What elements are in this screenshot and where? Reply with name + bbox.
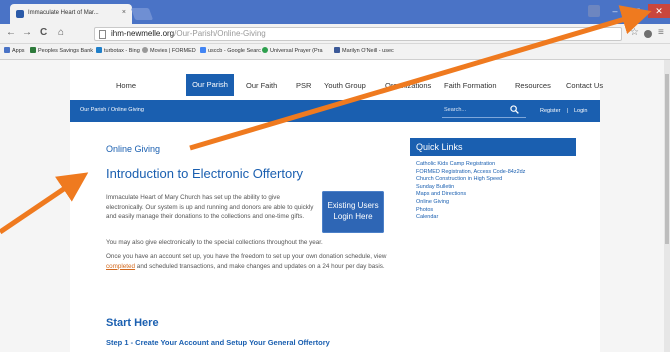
facebook-icon bbox=[334, 47, 340, 53]
nav-contact-us[interactable]: Contact Us bbox=[566, 81, 603, 90]
nav-faith-formation[interactable]: Faith Formation bbox=[444, 81, 497, 90]
login-separator: | bbox=[567, 108, 569, 114]
existing-users-login-button[interactable]: Existing Users Login Here bbox=[322, 191, 384, 233]
bookmark-turbotax[interactable]: turbotax - Bing bbox=[96, 47, 140, 54]
url-path: /Our-Parish/Online-Giving bbox=[174, 29, 266, 38]
intro-paragraph: Immaculate Heart of Mary Church has set … bbox=[106, 194, 314, 221]
bookmark-star-icon[interactable]: ☆ bbox=[630, 27, 639, 38]
reload-icon[interactable]: C bbox=[40, 27, 47, 38]
breadcrumb-bar: Our Parish / Online Giving Search... Reg… bbox=[70, 100, 600, 122]
bookmark-apps[interactable]: Apps bbox=[4, 47, 25, 54]
bookmark-marilyn-oneill[interactable]: Marilyn O'Neill - usec bbox=[334, 47, 394, 54]
maximize-button[interactable]: □ bbox=[626, 4, 648, 18]
page-section-label: Online Giving bbox=[106, 144, 161, 154]
page-scrollbar[interactable] bbox=[664, 60, 670, 352]
forward-arrow-icon[interactable]: → bbox=[22, 27, 32, 38]
apps-icon bbox=[4, 47, 10, 53]
quick-links-heading: Quick Links bbox=[410, 138, 576, 156]
extension-icon[interactable] bbox=[644, 30, 652, 38]
bookmarks-bar: Apps Peoples Savings Bank turbotax - Bin… bbox=[0, 44, 670, 60]
nav-psr[interactable]: PSR bbox=[296, 81, 311, 90]
site-main-nav: Home Our Parish Our Faith PSR Youth Grou… bbox=[70, 60, 603, 100]
quick-link-calendar[interactable]: Calendar bbox=[416, 214, 525, 222]
google-icon bbox=[200, 47, 206, 53]
bookmark-peoples-savings-bank[interactable]: Peoples Savings Bank bbox=[30, 47, 93, 54]
nav-organizations[interactable]: Organizations bbox=[385, 81, 431, 90]
tab-title: Immaculate Heart of Mar... bbox=[28, 10, 99, 16]
new-tab-button[interactable] bbox=[130, 8, 154, 20]
quick-link-photos[interactable]: Photos bbox=[416, 207, 525, 215]
bookmark-movies-formed[interactable]: Movies | FORMED bbox=[142, 47, 196, 54]
nav-home[interactable]: Home bbox=[116, 81, 136, 90]
close-window-button[interactable]: ✕ bbox=[648, 4, 670, 18]
site-favicon-icon bbox=[16, 10, 24, 18]
browser-menu-icon[interactable]: ≡ bbox=[658, 27, 664, 38]
minimize-button[interactable]: – bbox=[604, 4, 626, 18]
tab-close-icon[interactable]: × bbox=[122, 9, 126, 16]
address-bar[interactable]: ihm-newmelle.org/Our-Parish/Online-Givin… bbox=[94, 27, 622, 41]
quick-link-formed-registration[interactable]: FORMED Registration, Access Code-84z2dz bbox=[416, 169, 525, 177]
prayer-site-icon bbox=[262, 47, 268, 53]
search-icon[interactable] bbox=[510, 105, 519, 114]
back-arrow-icon[interactable]: ← bbox=[6, 27, 16, 38]
browser-toolbar: ← → C ⌂ ihm-newmelle.org/Our-Parish/Onli… bbox=[0, 24, 670, 44]
nav-resources[interactable]: Resources bbox=[515, 81, 551, 90]
quick-link-sunday-bulletin[interactable]: Sunday Bulletin bbox=[416, 184, 525, 192]
login-link[interactable]: Login bbox=[574, 108, 587, 114]
quick-link-online-giving[interactable]: Online Giving bbox=[416, 199, 525, 207]
nav-our-faith[interactable]: Our Faith bbox=[246, 81, 277, 90]
quick-links-list: Catholic Kids Camp Registration FORMED R… bbox=[416, 161, 525, 222]
special-collections-paragraph: You may also give electronically to the … bbox=[106, 239, 323, 246]
quick-link-kids-camp[interactable]: Catholic Kids Camp Registration bbox=[416, 161, 525, 169]
completed-link[interactable]: completed bbox=[106, 263, 135, 270]
quick-link-maps-directions[interactable]: Maps and Directions bbox=[416, 191, 525, 199]
scrollbar-thumb[interactable] bbox=[665, 74, 669, 244]
nav-our-parish[interactable]: Our Parish bbox=[186, 74, 234, 96]
user-profile-icon[interactable] bbox=[588, 5, 600, 17]
quick-link-church-construction[interactable]: Church Construction in High Speed bbox=[416, 176, 525, 184]
breadcrumb[interactable]: Our Parish / Online Giving bbox=[80, 107, 144, 113]
start-here-heading: Start Here bbox=[106, 317, 159, 329]
bookmark-usccb[interactable]: usccb - Google Searc bbox=[200, 47, 261, 54]
page-icon bbox=[99, 30, 106, 39]
home-icon[interactable]: ⌂ bbox=[58, 27, 64, 38]
browser-title-bar: Immaculate Heart of Mar... × – □ ✕ bbox=[0, 0, 670, 24]
account-paragraph: Once you have an account set up, you hav… bbox=[106, 253, 387, 270]
bing-icon bbox=[96, 47, 102, 53]
page-title: Introduction to Electronic Offertory bbox=[106, 166, 304, 181]
bank-icon bbox=[30, 47, 36, 53]
browser-tab[interactable]: Immaculate Heart of Mar... × bbox=[10, 4, 132, 24]
register-link[interactable]: Register bbox=[540, 108, 560, 114]
nav-youth-group[interactable]: Youth Group bbox=[324, 81, 366, 90]
step-1-heading: Step 1 - Create Your Account and Setup Y… bbox=[106, 338, 330, 347]
url-host: ihm-newmelle.org bbox=[111, 29, 175, 38]
bookmark-universal-prayer[interactable]: Universal Prayer (Pra bbox=[262, 47, 323, 54]
globe-icon bbox=[142, 47, 148, 53]
